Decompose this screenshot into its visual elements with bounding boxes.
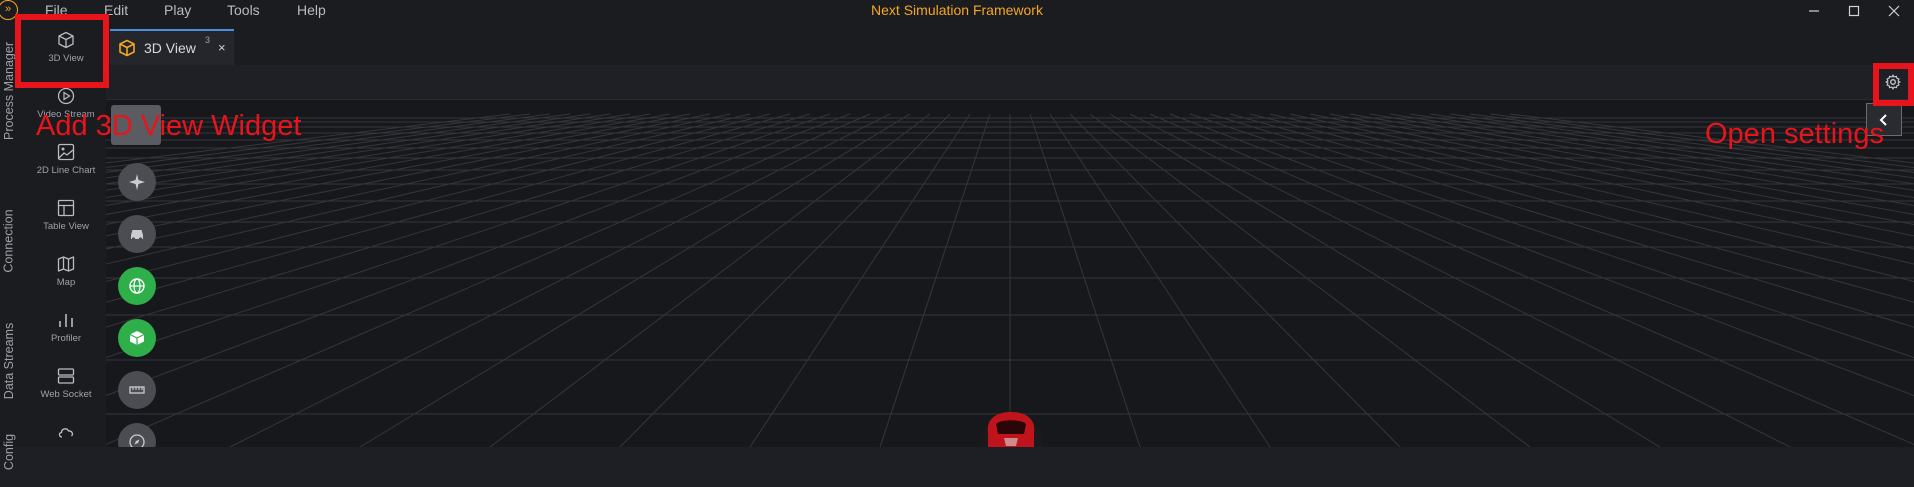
palette-item-label: Table View	[43, 221, 89, 232]
view-toolbar	[106, 65, 1914, 100]
palette-item-2d-line-chart[interactable]: 2D Line Chart	[18, 137, 114, 191]
title-bar: » File Edit Play Tools Help Next Simulat…	[0, 0, 1914, 21]
table-icon	[57, 199, 75, 217]
tab-badge: 3	[205, 35, 211, 45]
cube-icon	[119, 39, 135, 57]
palette-item-web-socket[interactable]: Web Socket	[18, 361, 114, 415]
3d-viewport[interactable]	[106, 100, 1914, 447]
palette-item-label: Profiler	[50, 333, 82, 344]
vehicle-model	[980, 412, 1042, 447]
menu-play[interactable]: Play	[164, 0, 191, 21]
side-tab-label: Data Streams	[2, 322, 17, 400]
side-tab-label: Process Manager	[2, 42, 16, 140]
minimize-icon[interactable]	[1794, 0, 1834, 21]
side-tab-config[interactable]: Config	[0, 417, 18, 487]
side-tab-label: Config	[2, 433, 17, 471]
play-circle-icon	[57, 87, 75, 105]
close-icon[interactable]	[1874, 0, 1914, 21]
ruler-icon	[129, 386, 145, 394]
image-icon	[57, 143, 75, 161]
globe-button[interactable]	[118, 267, 156, 305]
annotation-label-add-widget: Add 3D View Widget	[36, 110, 302, 142]
annotation-box-3d-view	[15, 14, 109, 88]
palette-item-label: Web Socket	[40, 389, 92, 400]
annotation-label-open-settings: Open settings	[1705, 118, 1884, 150]
cloud-icon	[58, 428, 74, 438]
airplane-button[interactable]	[118, 163, 156, 201]
box-button[interactable]	[118, 319, 156, 357]
palette-item-table-view[interactable]: Table View	[18, 193, 114, 247]
tab-label: 3D View	[144, 40, 196, 56]
car-button[interactable]	[118, 215, 156, 253]
menu-tools[interactable]: Tools	[227, 0, 260, 21]
airplane-icon	[129, 174, 145, 190]
compass-icon	[129, 434, 145, 447]
bar-chart-icon	[59, 314, 73, 327]
side-tab-data-streams[interactable]: Data Streams	[0, 301, 18, 421]
palette-item-label: Map	[56, 277, 76, 288]
server-icon	[57, 368, 75, 384]
tab-close-icon[interactable]: ×	[218, 40, 226, 55]
maximize-icon[interactable]	[1834, 0, 1874, 21]
menu-help[interactable]: Help	[297, 0, 326, 21]
palette-item-profiler[interactable]: Profiler	[18, 305, 114, 359]
car-icon	[131, 230, 143, 241]
box-icon	[129, 331, 145, 345]
ruler-button[interactable]	[118, 371, 156, 409]
side-tab-connection[interactable]: Connection	[0, 186, 18, 296]
palette-item-label: 2D Line Chart	[36, 165, 96, 176]
map-icon	[57, 256, 75, 272]
side-tab-label: Connection	[2, 209, 16, 273]
palette-item-map[interactable]: Map	[18, 249, 114, 303]
ground-grid	[106, 113, 1914, 447]
app-title: Next Simulation Framework	[871, 2, 1043, 18]
tab-bar: 3D View 3 ×	[106, 21, 1914, 65]
globe-icon	[129, 278, 145, 294]
tab-3d-view[interactable]: 3D View 3 ×	[110, 29, 234, 65]
annotation-box-settings	[1873, 63, 1914, 106]
palette-item-cloud[interactable]	[18, 417, 114, 471]
